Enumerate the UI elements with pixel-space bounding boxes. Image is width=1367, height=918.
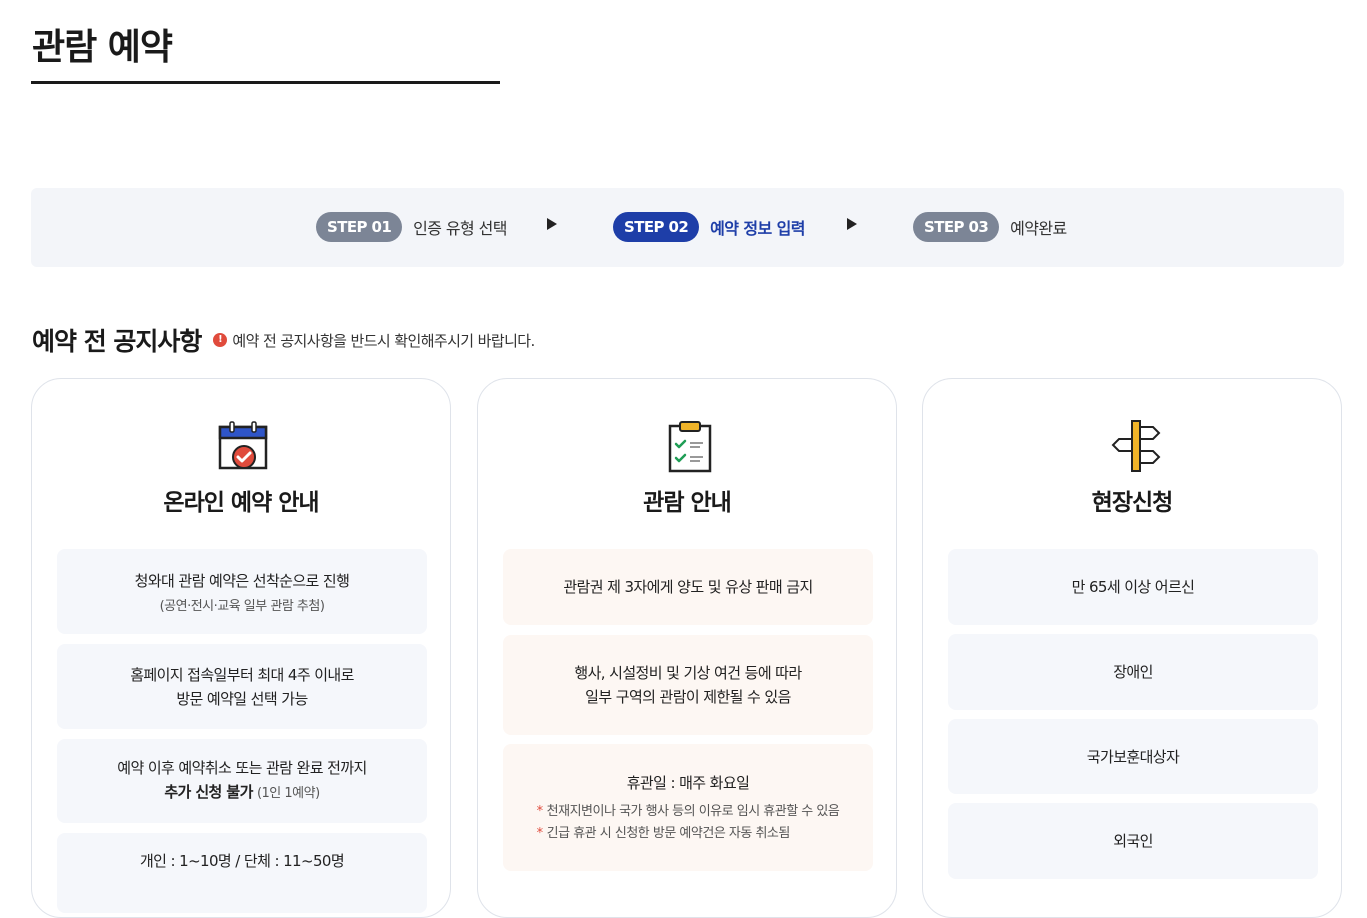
list-item-text-bold: 추가 신청 불가 (1인 1예약) — [164, 780, 320, 806]
step-arrow-icon — [547, 218, 557, 230]
list-item-note: (1인 1예약) — [256, 786, 320, 801]
list-item: 홈페이지 접속일부터 최대 4주 이내로 방문 예약일 선택 가능 — [57, 644, 427, 729]
visit-info-card: 관람 안내 관람권 제 3자에게 양도 및 유상 판매 금지 행사, 시설정비 … — [477, 378, 897, 918]
list-item-bold: 추가 신청 불가 — [164, 783, 253, 801]
note-text: 천재지변이나 국가 행사 등의 이유로 임시 휴관할 수 있음 — [546, 803, 840, 819]
step-3-badge: STEP 03 — [913, 212, 1000, 242]
step-1: STEP 01 인증 유형 선택 — [316, 212, 507, 242]
calendar-check-icon — [218, 421, 268, 470]
online-card-title: 온라인 예약 안내 — [163, 490, 319, 516]
list-item-subtext: (공연·전시·교육 일부 관람 추첨) — [159, 599, 325, 614]
step-1-badge: STEP 01 — [316, 212, 403, 242]
list-item: 예약 이후 예약취소 또는 관람 완료 전까지 추가 신청 불가 (1인 1예약… — [57, 739, 427, 823]
onsite-card-title: 현장신청 — [1091, 490, 1174, 516]
list-item: 외국인 — [948, 803, 1318, 879]
step-indicator: STEP 01 인증 유형 선택 STEP 02 예약 정보 입력 STEP 0… — [31, 188, 1344, 267]
clipboard-check-icon — [668, 421, 712, 473]
page-title: 관람 예약 — [32, 27, 173, 68]
list-item-text: 예약 이후 예약취소 또는 관람 완료 전까지 — [117, 759, 367, 777]
step-1-label: 인증 유형 선택 — [413, 219, 507, 238]
list-item-text: 만 65세 이상 어르신 — [1071, 578, 1195, 596]
list-item-text: 홈페이지 접속일부터 최대 4주 이내로 방문 예약일 선택 가능 — [130, 665, 354, 708]
visit-card-title: 관람 안내 — [643, 490, 732, 516]
note-text: 긴급 휴관 시 신청한 방문 예약건은 자동 취소됨 — [546, 825, 791, 841]
notice-text: 예약 전 공지사항을 반드시 확인해주시기 바랍니다. — [232, 331, 535, 350]
asterisk-icon: * — [536, 825, 544, 841]
asterisk-icon: * — [536, 803, 544, 819]
list-item-text: 휴관일 : 매주 화요일 — [626, 773, 750, 792]
list-item-text: 국가보훈대상자 — [1086, 747, 1180, 766]
note-list: * 천재지변이나 국가 행사 등의 이유로 임시 휴관할 수 있음 * 긴급 휴관 … — [537, 801, 840, 845]
list-item: 청와대 관람 예약은 선착순으로 진행 (공연·전시·교육 일부 관람 추첨) — [57, 549, 427, 634]
note-item: * 긴급 휴관 시 신청한 방문 예약건은 자동 취소됨 — [537, 823, 840, 845]
title-divider — [31, 81, 500, 84]
list-item: 휴관일 : 매주 화요일 * 천재지변이나 국가 행사 등의 이유로 임시 휴관할… — [503, 744, 873, 871]
list-item-text: 관람권 제 3자에게 양도 및 유상 판매 금지 — [563, 578, 813, 596]
onsite-application-card: 현장신청 만 65세 이상 어르신 장애인 국가보훈대상자 외국인 — [922, 378, 1342, 918]
list-item: 행사, 시설정비 및 기상 여건 등에 따라 일부 구역의 관람이 제한될 수 … — [503, 635, 873, 735]
step-2-badge: STEP 02 — [613, 212, 700, 242]
step-2: STEP 02 예약 정보 입력 — [613, 212, 805, 242]
note-item: * 천재지변이나 국가 행사 등의 이유로 임시 휴관할 수 있음 — [537, 801, 840, 823]
notice-title: 예약 전 공지사항 — [32, 327, 202, 356]
step-3-label: 예약완료 — [1010, 219, 1067, 238]
list-item-text: 개인 : 1~10명 / 단체 : 11~50명 — [139, 851, 345, 870]
list-item-text: 장애인 — [1113, 663, 1153, 681]
step-3: STEP 03 예약완료 — [913, 212, 1067, 242]
step-2-label: 예약 정보 입력 — [710, 219, 805, 238]
list-item: 만 65세 이상 어르신 — [948, 549, 1318, 625]
list-item: 관람권 제 3자에게 양도 및 유상 판매 금지 — [503, 549, 873, 625]
list-item-text: 외국인 — [1113, 832, 1153, 850]
step-arrow-icon — [847, 218, 857, 230]
online-reservation-card: 온라인 예약 안내 청와대 관람 예약은 선착순으로 진행 (공연·전시·교육 … — [31, 378, 451, 918]
list-item-text: 행사, 시설정비 및 기상 여건 등에 따라 일부 구역의 관람이 제한될 수 … — [574, 664, 802, 706]
list-item: 국가보훈대상자 — [948, 719, 1318, 794]
alert-icon: ! — [213, 333, 228, 347]
list-item-text: 청와대 관람 예약은 선착순으로 진행 — [134, 572, 350, 590]
notice-header: 예약 전 공지사항 ! 예약 전 공지사항을 반드시 확인해주시기 바랍니다. — [32, 322, 535, 358]
signpost-icon — [1111, 420, 1161, 472]
list-item: 개인 : 1~10명 / 단체 : 11~50명 — [57, 833, 427, 913]
list-item: 장애인 — [948, 634, 1318, 710]
